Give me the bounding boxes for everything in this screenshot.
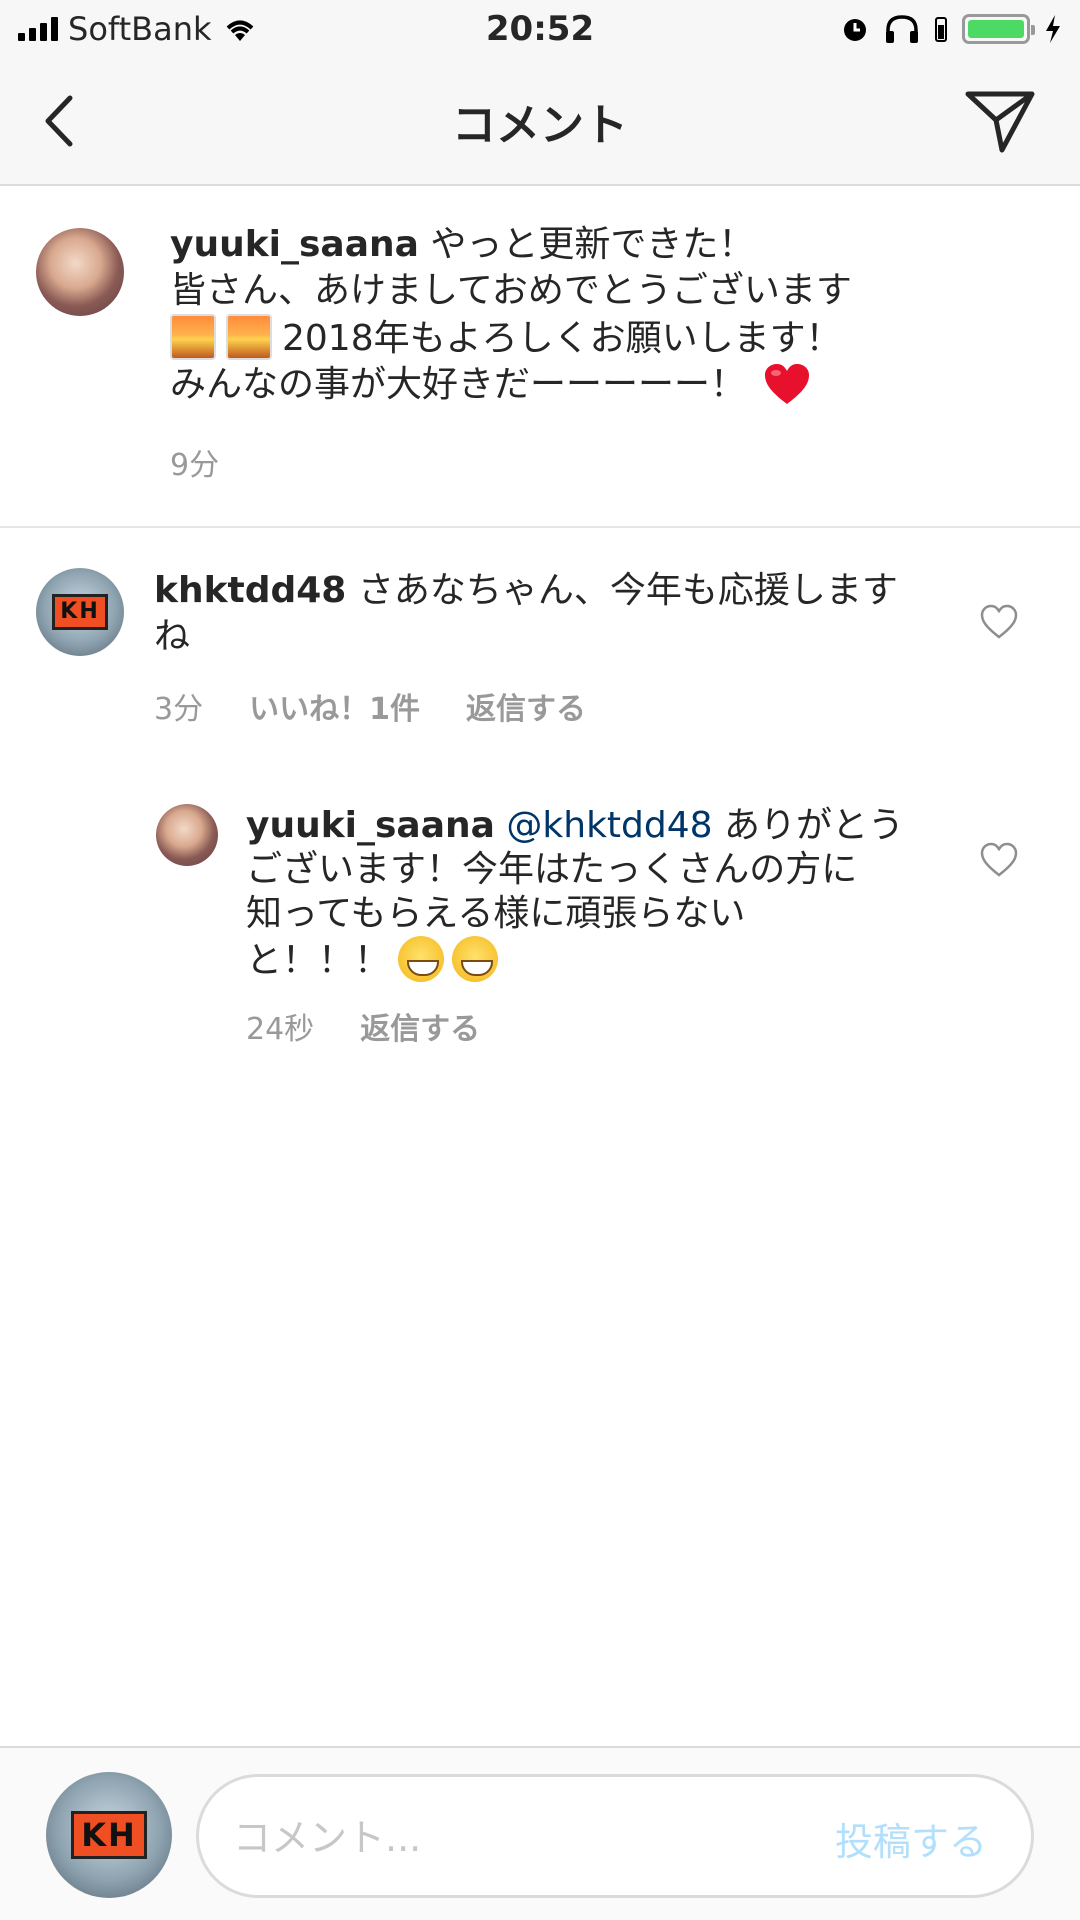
like-heart-icon[interactable] [980,842,1018,878]
post-button[interactable]: 投稿する [835,1811,987,1866]
reply-button[interactable]: 返信する [466,684,586,728]
comment-input[interactable] [233,1813,793,1863]
reply-meta: 24秒 返信する [246,1004,480,1048]
signal-icon [18,17,58,41]
comment-composer: KH 投稿する [0,1746,1080,1920]
back-button[interactable] [30,88,90,154]
reply-username[interactable]: yuuki_saana [246,805,495,846]
comment-line2: ね [154,616,191,657]
avatar[interactable] [156,804,218,866]
caption-text: yuuki_saana やっと更新できた！ 皆さん、あけましておめでとうございま… [170,222,1050,408]
reply-mention-link[interactable]: @khktdd48 [506,805,712,846]
caption-section: yuuki_saana やっと更新できた！ 皆さん、あけましておめでとうございま… [0,186,1080,528]
caption-line1: やっと更新できた！ [430,224,755,265]
comment-likes-link[interactable]: いいね！1件 [249,684,420,728]
caption-line4: みんなの事が大好きだーーーーー！ [170,364,747,405]
comment-time: 3分 [154,692,204,727]
carrier-label: SoftBank [68,10,212,48]
caption-time: 9分 [170,448,220,483]
grinning-emoji-icon [398,936,445,982]
comment-line1: さあなちゃん、今年も応援します [357,570,898,611]
reply-line4: と！！！ [246,940,391,981]
headphone-battery-icon [935,17,947,42]
avatar-badge: KH [71,1811,147,1859]
status-right [840,14,1062,44]
sunrise-emoji-icon [170,314,216,360]
comment-meta: 3分 いいね！1件 返信する [154,684,586,728]
page-title: コメント [452,100,628,151]
reply-line1: ありがとう [724,805,905,846]
wifi-icon [226,20,253,41]
comment-username[interactable]: khktdd48 [154,570,346,611]
caption-username[interactable]: yuuki_saana [170,224,419,265]
avatar: KH [46,1772,172,1898]
caption-line3: 2018年もよろしくお願いします！ [282,318,842,359]
battery-icon [962,14,1035,44]
alarm-clock-icon [844,19,866,41]
nav-bar: コメント [0,58,1080,186]
reply-line3: 知ってもらえる様に頑張らない [246,893,746,934]
caption-meta: 9分 [170,440,219,484]
battery-fill [968,20,1024,38]
grinning-emoji-icon [452,936,499,982]
headphones-icon [886,15,918,43]
status-left: SoftBank [18,10,258,48]
sunrise-emoji-icon [226,314,272,360]
charging-bolt-icon [1046,15,1060,43]
paper-plane-icon[interactable] [962,86,1038,156]
like-heart-icon[interactable] [980,604,1018,640]
reply-button[interactable]: 返信する [360,1004,480,1048]
reply-line2: ございます！今年はたっくさんの方に [246,849,858,890]
comment-text: khktdd48 さあなちゃん、今年も応援します ね [154,568,914,660]
status-bar: SoftBank 20:52 [0,0,1080,58]
reply-text: yuuki_saana @khktdd48 ありがとう ございます！今年はたっく… [246,804,926,983]
reply-time: 24秒 [246,1012,315,1047]
comment-input-container[interactable]: 投稿する [196,1774,1034,1898]
avatar[interactable]: KH [36,568,124,656]
avatar[interactable] [36,228,124,316]
red-heart-emoji-icon [765,364,810,404]
caption-line2: 皆さん、あけましておめでとうございます [170,270,852,311]
avatar-badge: KH [52,594,108,630]
